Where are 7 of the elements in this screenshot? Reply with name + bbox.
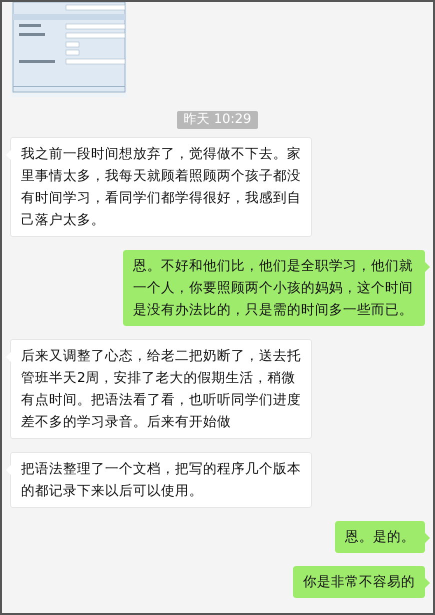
- timestamp: 昨天 10:29: [176, 111, 258, 129]
- message-text: 后来又调整了心态，给老二把奶断了，送去托管班半天2周，安排了老大的假期生活，稍微有点时间。把语法看了看，也听听同学们进度差不多的学习录音。后来有开始做: [21, 347, 301, 432]
- message-text: 我之前一段时间想放弃了，觉得做不下去。家里事情太多，我每天就顾着照顾两个孩子都没有时间学习，看同学们都学得很好，我感到自己落户太多。: [21, 145, 301, 230]
- message-text: 把语法整理了一个文档，把写的程序几个版本的都记录下来以后可以使用。: [21, 460, 301, 501]
- message-text: 你是非常不容易的: [303, 573, 415, 592]
- message-text: 恩。是的。: [345, 528, 415, 547]
- message-text: 恩。不好和他们比，他们是全职学习，他们就一个人，你要照顾两个小孩的妈妈，这个时间是没有办法比的，只是需的时间多一些而已。: [133, 257, 414, 320]
